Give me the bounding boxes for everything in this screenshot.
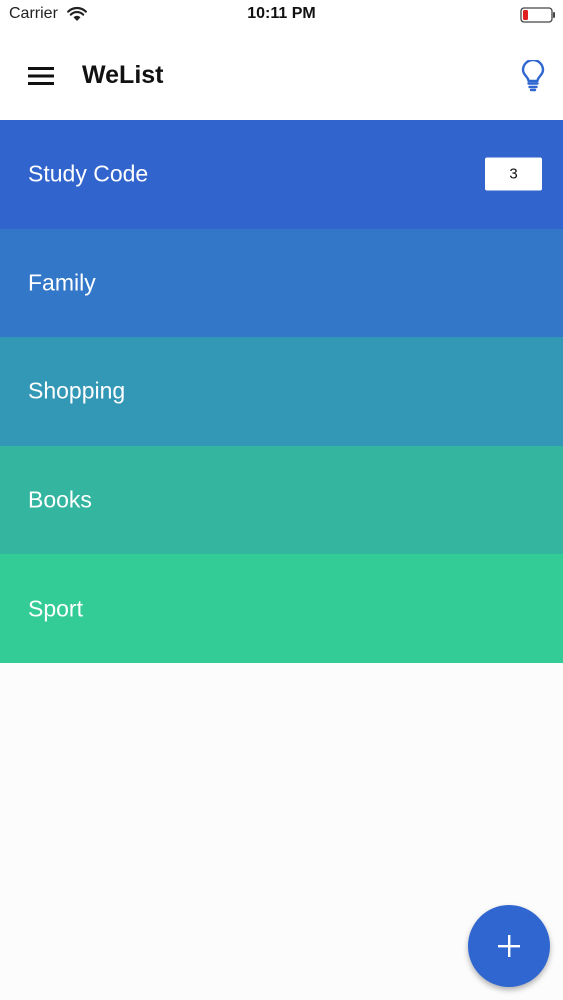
hamburger-menu-icon[interactable] (28, 66, 54, 86)
app-bar: WeList (0, 30, 563, 120)
list-item[interactable]: Books (0, 445, 563, 555)
list-item-label: Study Code (28, 160, 149, 187)
status-time: 10:11 PM (247, 5, 316, 22)
count-badge: 3 (485, 157, 542, 191)
add-list-button[interactable] (468, 905, 550, 987)
status-bar: Carrier 10:11 PM (0, 0, 563, 30)
list-item[interactable]: Sport (0, 554, 563, 663)
list-item-label: Books (28, 486, 92, 513)
list-item-label: Shopping (28, 377, 126, 404)
list-item[interactable]: Family (0, 228, 563, 338)
plus-icon (498, 935, 520, 957)
list-item[interactable]: Shopping (0, 337, 563, 446)
list-item[interactable]: Study Code 3 (0, 120, 563, 229)
list-collection: Study Code 3 Family Shopping Books Sport (0, 120, 563, 663)
app-title: WeList (82, 61, 164, 89)
lightbulb-icon[interactable] (521, 60, 545, 92)
list-item-label: Family (28, 269, 96, 296)
list-item-label: Sport (28, 595, 83, 622)
battery-icon (520, 7, 555, 23)
